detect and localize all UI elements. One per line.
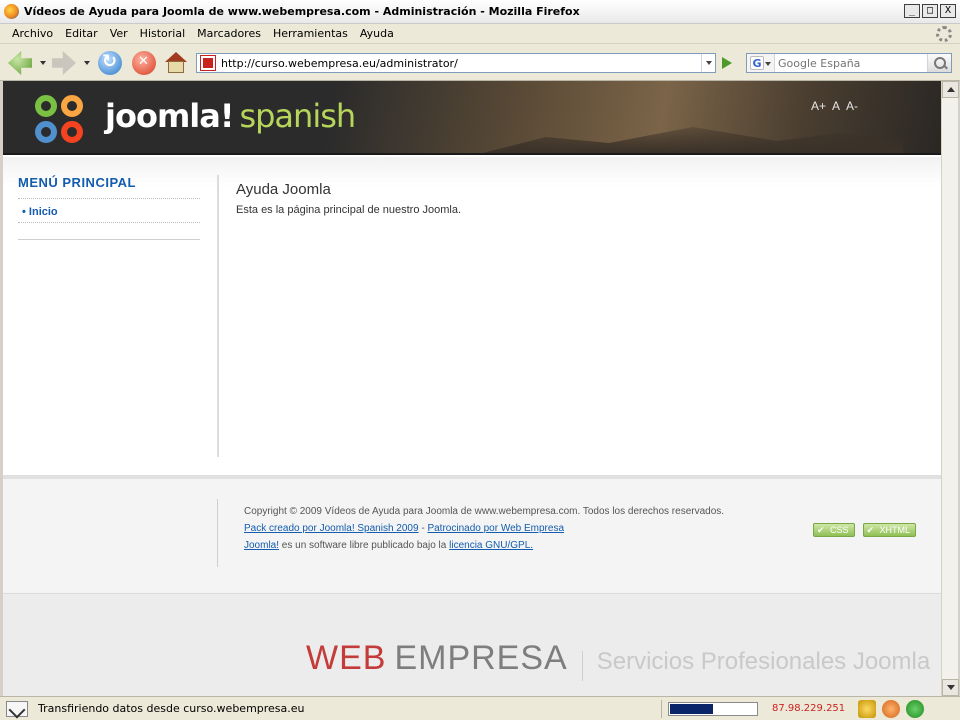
css-badge[interactable]: CSS [813,523,855,537]
brand-joomla: joomla! [105,97,234,135]
site-favicon-icon [200,55,216,71]
logo-green-ring [35,95,57,117]
left-sidebar: MENÚ PRINCIPAL Inicio [18,175,200,240]
menu-ayuda[interactable]: Ayuda [354,27,400,40]
header-landscape [483,127,903,153]
font-size-controls: A+ A A- [811,99,858,113]
font-reset-button[interactable]: A [832,99,840,113]
watermark-separator [581,651,583,682]
menu-historial[interactable]: Historial [134,27,191,40]
joomla-logo-icon[interactable] [33,93,87,145]
content-area: Ayuda Joomla Esta es la página principal… [236,181,916,216]
validation-badges: CSS XHTML [813,523,917,537]
watermark-services: Servicios Profesionales Joomla [596,648,931,675]
logo-red-ring [61,121,83,143]
window-title-bar: Vídeos de Ayuda para Joomla de www.webem… [0,0,960,24]
page-loading-icon [6,700,28,717]
menu-herramientas[interactable]: Herramientas [267,27,354,40]
menu-ver[interactable]: Ver [104,27,134,40]
url-text[interactable]: http://curso.webempresa.eu/administrator… [221,57,701,70]
logo-blue-ring [35,121,57,143]
site-footer: Copyright © 2009 Vídeos de Ayuda para Jo… [3,475,941,593]
sidebar-divider [18,239,200,240]
scroll-up-arrow-icon[interactable] [942,81,959,98]
reload-icon[interactable] [98,51,122,75]
vertical-scrollbar[interactable] [941,81,959,696]
menu-editar[interactable]: Editar [59,27,104,40]
status-bar: Transfiriendo datos desde curso.webempre… [0,696,960,720]
pack-link[interactable]: Pack creado por Joomla! Spanish 2009 [244,523,419,534]
address-bar[interactable]: http://curso.webempresa.eu/administrator… [196,53,716,73]
firefox-icon [4,4,19,19]
joomla-link[interactable]: Joomla! [244,540,279,551]
xhtml-badge[interactable]: XHTML [862,523,917,537]
watermark-empresa: EMPRESA [394,639,568,677]
main-area: MENÚ PRINCIPAL Inicio Ayuda Joomla Esta … [3,157,941,475]
menu-archivo[interactable]: Archivo [6,27,59,40]
footer-line-3: Joomla! es un software libre publicado b… [244,537,724,554]
logo-orange-ring [61,95,83,117]
maximize-button[interactable]: □ [922,4,938,18]
brand-spanish: spanish [239,97,356,135]
progress-fill [670,703,713,714]
footer-divider [217,499,218,567]
license-link[interactable]: licencia GNU/GPL. [449,540,533,551]
page-text: Esta es la página principal de nuestro J… [236,204,462,216]
stop-icon[interactable] [132,51,156,75]
window-title: Vídeos de Ayuda para Joomla de www.webem… [24,5,580,18]
site-header: joomla! spanish A+ A A- [3,81,941,155]
magnifier-icon[interactable] [927,54,951,72]
window-controls: _ □ X [904,4,956,18]
sidebar-item-inicio[interactable]: Inicio [18,199,200,223]
footer-text: Copyright © 2009 Vídeos de Ayuda para Jo… [244,503,724,554]
watermark-web: WEB [306,639,387,677]
back-arrow-icon[interactable] [8,51,32,75]
page-viewport: joomla!spanish A+ A A- MENÚ PRINCIPAL In… [3,81,941,696]
site-brand[interactable]: joomla! spanish [105,97,356,135]
firefox-addon-icon[interactable] [882,699,900,718]
status-ip: 87.98.229.251 [772,703,846,714]
sidebar-heading: MENÚ PRINCIPAL [18,175,200,199]
loading-throbber-icon [936,26,952,42]
back-history-dropdown-icon[interactable] [40,61,46,65]
page-title: Ayuda Joomla [236,181,331,198]
search-input[interactable] [775,55,927,71]
footer-line-2: Pack creado por Joomla! Spanish 2009 - P… [244,520,724,537]
menu-marcadores[interactable]: Marcadores [191,27,267,40]
column-divider [217,175,219,457]
search-box[interactable]: G [746,53,952,73]
home-icon[interactable] [164,51,188,75]
sidebar-item-label[interactable]: Inicio [22,206,58,218]
home-body [168,61,184,73]
search-engine-selector[interactable]: G [747,54,775,72]
forward-arrow-icon[interactable] [52,51,76,75]
footer-copyright: Copyright © 2009 Vídeos de Ayuda para Jo… [244,506,725,517]
sponsor-link[interactable]: Patrocinado por Web Empresa [427,523,564,534]
status-text: Transfiriendo datos desde curso.webempre… [38,699,662,718]
close-button[interactable]: X [940,4,956,18]
license-text: es un software libre publicado bajo la [279,540,450,551]
loading-progress-bar [668,701,758,716]
go-arrow-icon[interactable] [718,55,736,71]
extension-icon[interactable] [858,699,876,718]
font-increase-button[interactable]: A+ [811,99,826,113]
font-decrease-button[interactable]: A- [846,99,858,113]
google-icon: G [750,56,764,70]
status-ok-icon[interactable] [906,699,924,718]
webempresa-watermark: WEB EMPRESA Servicios Profesionales Joomla [306,639,931,682]
forward-history-dropdown-icon[interactable] [84,61,90,65]
url-history-dropdown-icon[interactable] [701,54,715,72]
menu-bar: Archivo Editar Ver Historial Marcadores … [0,24,960,44]
minimize-button[interactable]: _ [904,4,920,18]
scroll-down-arrow-icon[interactable] [942,679,959,696]
